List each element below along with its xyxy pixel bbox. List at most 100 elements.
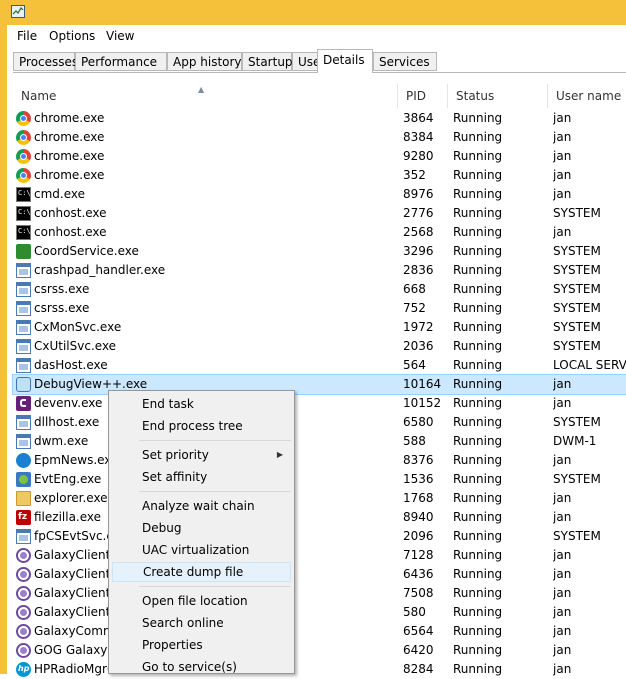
process-name: CxUtilSvc.exe bbox=[34, 339, 117, 353]
table-row[interactable]: EpmNews.exe 8376 Running jan bbox=[13, 451, 626, 470]
table-row[interactable]: crashpad_handler.exe 2836 Running SYSTEM bbox=[13, 261, 626, 280]
title-bar bbox=[0, 0, 626, 25]
table-row[interactable]: chrome.exe 8384 Running jan bbox=[13, 128, 626, 147]
table-row[interactable]: EvtEng.exe 1536 Running SYSTEM bbox=[13, 470, 626, 489]
table-row[interactable]: GalaxyClient.e 580 Running jan bbox=[13, 603, 626, 622]
table-row[interactable]: GalaxyClient H 7508 Running jan bbox=[13, 584, 626, 603]
process-status: Running bbox=[453, 529, 503, 543]
cmd-icon bbox=[16, 225, 31, 240]
process-name-cell: crashpad_handler.exe bbox=[16, 261, 401, 280]
process-user: jan bbox=[553, 130, 572, 144]
chrome-icon bbox=[16, 168, 31, 183]
process-status: Running bbox=[453, 168, 503, 182]
table-row[interactable]: conhost.exe 2568 Running jan bbox=[13, 223, 626, 242]
menu-item-analyze-wait-chain[interactable]: Analyze wait chain bbox=[112, 496, 291, 516]
process-user: LOCAL SERVICE bbox=[553, 358, 626, 372]
menu-item-properties[interactable]: Properties bbox=[112, 635, 291, 655]
hp-icon bbox=[16, 662, 31, 677]
process-status: Running bbox=[453, 586, 503, 600]
column-status[interactable]: Status bbox=[448, 84, 548, 108]
tab-startup[interactable]: Startup bbox=[242, 52, 293, 71]
table-row[interactable]: dwm.exe 588 Running DWM-1 bbox=[13, 432, 626, 451]
menu-item-search-online[interactable]: Search online bbox=[112, 613, 291, 633]
menu-item-set-priority[interactable]: Set priority ▶ bbox=[112, 445, 291, 465]
menu-item-open-file-location[interactable]: Open file location bbox=[112, 591, 291, 611]
table-row[interactable]: fpCSEvtSvc.exe 2096 Running SYSTEM bbox=[13, 527, 626, 546]
tab-processes[interactable]: Processes bbox=[13, 52, 78, 71]
process-status: Running bbox=[453, 396, 503, 410]
table-row[interactable]: conhost.exe 2776 Running SYSTEM bbox=[13, 204, 626, 223]
table-row[interactable]: csrss.exe 668 Running SYSTEM bbox=[13, 280, 626, 299]
table-row-selected[interactable]: DebugView++.exe 10164 Running jan bbox=[12, 374, 626, 395]
process-status: Running bbox=[453, 282, 503, 296]
menu-item-end-process-tree[interactable]: End process tree bbox=[112, 416, 291, 436]
process-user: jan bbox=[553, 567, 572, 581]
tab-details[interactable]: Details bbox=[317, 49, 373, 73]
window-icon bbox=[16, 434, 31, 449]
process-name: EpmNews.exe bbox=[34, 453, 119, 467]
process-name-cell: csrss.exe bbox=[16, 280, 401, 299]
process-name-cell: CxUtilSvc.exe bbox=[16, 337, 401, 356]
visual-studio-icon bbox=[16, 396, 31, 411]
tab-services[interactable]: Services bbox=[373, 52, 437, 71]
process-pid: 2096 bbox=[403, 529, 434, 543]
table-row[interactable]: filezilla.exe 8940 Running jan bbox=[13, 508, 626, 527]
process-status: Running bbox=[453, 662, 503, 676]
menu-options[interactable]: Options bbox=[45, 28, 99, 44]
menu-file[interactable]: File bbox=[13, 28, 41, 44]
window-icon bbox=[16, 282, 31, 297]
menu-view[interactable]: View bbox=[102, 28, 138, 44]
process-name: chrome.exe bbox=[34, 111, 105, 125]
process-name: cmd.exe bbox=[34, 187, 86, 201]
table-row[interactable]: chrome.exe 352 Running jan bbox=[13, 166, 626, 185]
menu-item-uac-virtualization[interactable]: UAC virtualization bbox=[112, 540, 291, 560]
menu-item-go-to-service-s[interactable]: Go to service(s) bbox=[112, 657, 291, 677]
process-status: Running bbox=[453, 624, 503, 638]
process-pid: 668 bbox=[403, 282, 426, 296]
process-pid: 6580 bbox=[403, 415, 434, 429]
table-row[interactable]: CxUtilSvc.exe 2036 Running SYSTEM bbox=[13, 337, 626, 356]
process-name-cell: conhost.exe bbox=[16, 223, 401, 242]
table-row[interactable]: csrss.exe 752 Running SYSTEM bbox=[13, 299, 626, 318]
menu-item-label: Set priority bbox=[142, 448, 209, 462]
tab-app-history[interactable]: App history bbox=[167, 52, 242, 71]
table-row[interactable]: GalaxyClient H 7128 Running jan bbox=[13, 546, 626, 565]
table-row[interactable]: GOG Galaxy N 6420 Running jan bbox=[13, 641, 626, 660]
tab-performance[interactable]: Performance bbox=[75, 52, 167, 71]
process-name: conhost.exe bbox=[34, 206, 107, 220]
process-name: CoordService.exe bbox=[34, 244, 139, 258]
process-status: Running bbox=[453, 472, 503, 486]
table-row[interactable]: devenv.exe 10152 Running jan bbox=[13, 394, 626, 413]
gog-galaxy-icon bbox=[16, 567, 31, 582]
process-user: jan bbox=[553, 187, 572, 201]
process-pid: 2568 bbox=[403, 225, 434, 239]
context-menu: End task End process tree Set priority ▶ Set… bbox=[108, 390, 295, 674]
table-row[interactable]: chrome.exe 9280 Running jan bbox=[13, 147, 626, 166]
table-row[interactable]: cmd.exe 8976 Running jan bbox=[13, 185, 626, 204]
process-pid: 7508 bbox=[403, 586, 434, 600]
process-name: dllhost.exe bbox=[34, 415, 100, 429]
column-name[interactable]: Name ▲ bbox=[13, 84, 398, 108]
process-pid: 7128 bbox=[403, 548, 434, 562]
table-row[interactable]: CxMonSvc.exe 1972 Running SYSTEM bbox=[13, 318, 626, 337]
process-pid: 6420 bbox=[403, 643, 434, 657]
table-row[interactable]: dllhost.exe 6580 Running SYSTEM bbox=[13, 413, 626, 432]
process-pid: 564 bbox=[403, 358, 426, 372]
menu-item-create-dump-file[interactable]: Create dump file bbox=[112, 562, 291, 582]
table-row[interactable]: CoordService.exe 3296 Running SYSTEM bbox=[13, 242, 626, 261]
process-status: Running bbox=[453, 605, 503, 619]
menu-item-debug[interactable]: Debug bbox=[112, 518, 291, 538]
column-pid[interactable]: PID bbox=[398, 84, 448, 108]
table-row[interactable]: dasHost.exe 564 Running LOCAL SERVICE bbox=[13, 356, 626, 375]
gog-galaxy-icon bbox=[16, 605, 31, 620]
process-status: Running bbox=[453, 377, 503, 391]
menu-item-set-affinity[interactable]: Set affinity bbox=[112, 467, 291, 487]
menu-item-end-task[interactable]: End task bbox=[112, 394, 291, 414]
table-row[interactable]: GalaxyClient H 6436 Running jan bbox=[13, 565, 626, 584]
table-row[interactable]: GalaxyCommu 6564 Running jan bbox=[13, 622, 626, 641]
window-icon bbox=[16, 320, 31, 335]
column-user-name[interactable]: User name bbox=[548, 84, 626, 108]
table-row[interactable]: chrome.exe 3864 Running jan bbox=[13, 109, 626, 128]
table-row[interactable]: explorer.exe 1768 Running jan bbox=[13, 489, 626, 508]
table-row[interactable]: HPRadioMgr6 8284 Running jan bbox=[13, 660, 626, 679]
